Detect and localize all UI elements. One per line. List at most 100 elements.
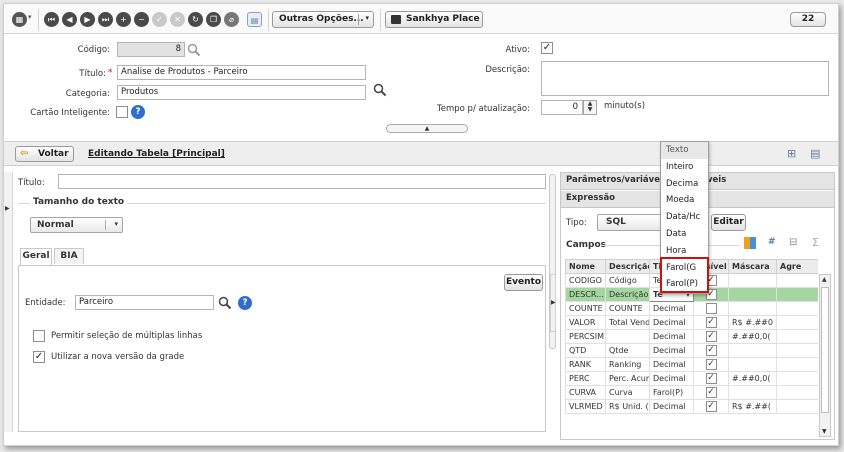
dropdown-option[interactable]: Data [661, 226, 708, 243]
voltar-button[interactable]: ⇦ Voltar [15, 146, 74, 162]
cell-agre[interactable] [776, 315, 818, 330]
search-icon[interactable] [218, 296, 232, 310]
fields-scrollbar[interactable]: ▲ ▼ [819, 274, 831, 437]
table-row[interactable]: PERCSIM Decimal ✓ #.##0,0( [565, 329, 818, 344]
dropdown-option[interactable]: Data/Hc [661, 209, 708, 226]
spinner-icon[interactable]: ▲ ▼ [583, 100, 597, 115]
last-record-icon[interactable]: ⏭ [98, 12, 113, 27]
help-icon[interactable]: ? [131, 105, 145, 119]
cell-nome[interactable]: VALOR [565, 315, 606, 330]
cell-mascara[interactable]: R$ #.##( [728, 399, 777, 414]
cell-agre[interactable] [776, 371, 818, 386]
cell-descricao[interactable] [605, 329, 650, 344]
scroll-down-icon[interactable]: ▼ [822, 428, 827, 435]
tab-geral[interactable]: Geral [20, 248, 52, 265]
cell-descricao[interactable]: Perc. Acum [605, 371, 650, 386]
column-header-mascara[interactable]: Máscara [728, 259, 777, 274]
cell-mascara[interactable] [728, 357, 777, 372]
grid-menu-icon[interactable]: ▦ [12, 12, 27, 27]
dropdown-option[interactable]: Texto [661, 142, 708, 159]
cell-mascara[interactable] [728, 287, 777, 302]
cell-nome[interactable]: CURVA [565, 385, 606, 400]
cell-descricao[interactable]: R$ Unid. (I [605, 399, 650, 414]
codigo-field[interactable]: 8 [117, 42, 185, 57]
cell-tipo[interactable]: Decimal [649, 357, 694, 372]
descricao-textarea[interactable] [541, 61, 829, 96]
new-grid-checkbox[interactable]: ✓ [33, 351, 45, 363]
cell-nome[interactable]: VLRMED [565, 399, 606, 414]
titulo-field[interactable]: Analise de Produtos - Parceiro [117, 65, 366, 80]
cell-nome[interactable]: DESCR... [565, 287, 606, 302]
visivel-checkbox[interactable]: ✓ [705, 359, 717, 370]
cell-descricao[interactable]: COUNTE [605, 301, 650, 316]
previous-record-icon[interactable]: ◀ [62, 12, 77, 27]
edit-fields-icon[interactable]: ⊟ [789, 237, 797, 248]
cell-tipo[interactable]: Farol(P) [649, 385, 694, 400]
categoria-field[interactable]: Produtos [117, 85, 366, 100]
cell-nome[interactable]: CODIGO [565, 273, 606, 288]
cell-tipo[interactable]: Decimal [649, 301, 694, 316]
sankhya-place-button[interactable]: Sankhya Place [385, 11, 483, 28]
cell-mascara[interactable] [728, 273, 777, 288]
dropdown-option[interactable]: Inteiro [661, 159, 708, 176]
table-row[interactable]: QTD Qtde Decimal ✓ [565, 343, 818, 358]
left-titulo-field[interactable] [58, 174, 546, 189]
table-row[interactable]: PERC Perc. Acum Decimal ✓ #.##0,0( [565, 371, 818, 386]
cell-tipo[interactable]: Decimal [649, 329, 694, 344]
dropdown-option[interactable]: Decima [661, 176, 708, 193]
confirm-icon[interactable]: ✓ [152, 12, 167, 27]
cell-agre[interactable] [776, 273, 818, 288]
cell-agre[interactable] [776, 399, 818, 414]
attach-icon[interactable]: ⌀ [224, 12, 239, 27]
first-record-icon[interactable]: ⏮ [44, 12, 59, 27]
help-icon[interactable]: ? [238, 296, 252, 310]
cell-descricao[interactable]: Qtde [605, 343, 650, 358]
cell-agre[interactable] [776, 343, 818, 358]
refresh-icon[interactable]: ↻ [188, 12, 203, 27]
visivel-checkbox[interactable]: ✓ [705, 373, 717, 384]
cell-tipo[interactable]: Decimal [649, 399, 694, 414]
collapse-header-button[interactable]: ▲ [386, 124, 468, 133]
grid-view-icon[interactable]: ▤ [810, 147, 820, 160]
visivel-checkbox[interactable]: ✓ [705, 345, 717, 356]
notifications-badge[interactable]: 22 [790, 12, 826, 27]
multi-select-checkbox[interactable] [33, 330, 45, 342]
mask-icon[interactable]: # [768, 237, 776, 247]
table-row[interactable]: RANK Ranking Decimal ✓ [565, 357, 818, 372]
visivel-checkbox[interactable]: ✓ [705, 317, 717, 328]
cell-mascara[interactable] [728, 385, 777, 400]
scroll-up-icon[interactable]: ▲ [822, 276, 827, 283]
form-grid-toggle-icon[interactable]: ▤ [247, 12, 262, 27]
duplicate-icon[interactable]: ❐ [206, 12, 221, 27]
table-row[interactable]: VALOR Total Vendi Decimal ✓ R$ #.##0 [565, 315, 818, 330]
ativo-checkbox[interactable]: ✓ [541, 42, 553, 54]
cell-descricao[interactable]: Ranking [605, 357, 650, 372]
outras-opcoes-button[interactable]: Outras Opções... ▾ [272, 11, 374, 28]
cell-descricao[interactable]: Descrição [605, 287, 650, 302]
cell-nome[interactable]: PERC [565, 371, 606, 386]
cell-nome[interactable]: PERCSIM [565, 329, 606, 344]
cell-agre[interactable] [776, 287, 818, 302]
panel-splitter[interactable]: ▶ [550, 274, 556, 332]
column-header-nome[interactable]: Nome [565, 259, 606, 274]
cell-nome[interactable]: COUNTE [565, 301, 606, 316]
visivel-checkbox[interactable]: ✓ [705, 401, 717, 412]
column-header-agre[interactable]: Agre [776, 259, 818, 274]
add-record-icon[interactable]: + [116, 12, 131, 27]
table-row[interactable]: COUNTE COUNTE Decimal [565, 301, 818, 316]
chevron-down-icon[interactable]: ▾ [28, 13, 32, 21]
tab-bia[interactable]: BIA [54, 248, 84, 264]
evento-button[interactable]: Evento [504, 274, 543, 291]
search-icon[interactable] [187, 43, 201, 57]
color-palette-icon[interactable] [744, 237, 756, 249]
cell-mascara[interactable]: R$ #.##0 [728, 315, 777, 330]
cell-mascara[interactable] [728, 301, 777, 316]
cell-tipo[interactable]: Decimal [649, 315, 694, 330]
cell-descricao[interactable]: Total Vendi [605, 315, 650, 330]
visivel-checkbox[interactable]: ✓ [705, 387, 717, 398]
remove-record-icon[interactable]: − [134, 12, 149, 27]
cell-descricao[interactable]: Código [605, 273, 650, 288]
cell-agre[interactable] [776, 329, 818, 344]
search-icon[interactable] [373, 83, 387, 97]
sum-icon[interactable]: Σ [812, 236, 819, 249]
